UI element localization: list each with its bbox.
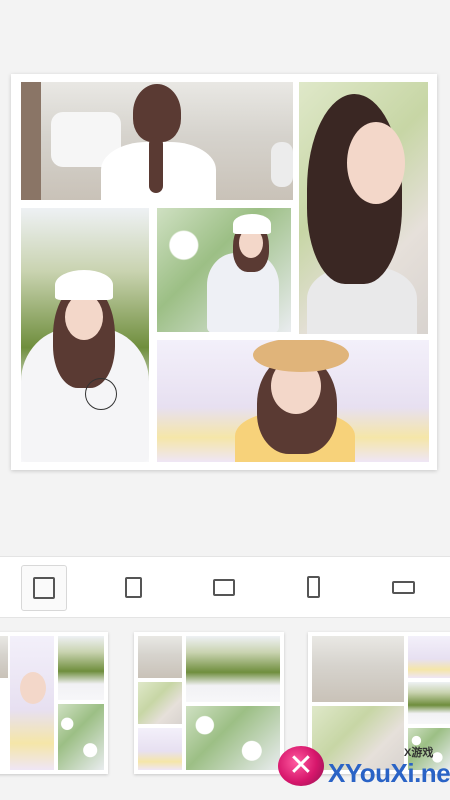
tree-trunk xyxy=(21,82,41,200)
aspect-portrait-icon xyxy=(124,576,142,598)
aspect-portrait-button[interactable] xyxy=(111,565,155,609)
template-thumbnail-1[interactable] xyxy=(0,632,108,774)
straw-hat xyxy=(253,340,349,372)
straw-hat-photo[interactable] xyxy=(157,340,429,462)
white-cap xyxy=(233,214,271,234)
template-photo xyxy=(138,728,182,770)
flowers-photo[interactable] xyxy=(157,208,291,332)
white-cap xyxy=(55,270,113,300)
hair xyxy=(133,84,181,142)
aspect-wide-icon xyxy=(391,580,415,594)
aspect-square-button[interactable] xyxy=(21,565,67,611)
aspect-ratio-toolbar xyxy=(0,556,450,618)
shirt-print xyxy=(85,378,117,410)
aspect-square-icon xyxy=(33,577,55,599)
template-photo xyxy=(408,682,450,724)
aspect-tall-icon xyxy=(306,576,320,598)
template-photo xyxy=(312,636,404,702)
template-photo xyxy=(58,704,104,770)
template-photo xyxy=(0,636,8,678)
logo-x-glyph: ✕ xyxy=(288,748,314,783)
aspect-landscape-icon xyxy=(213,578,235,596)
template-photo xyxy=(58,636,104,700)
aspect-landscape-button[interactable] xyxy=(202,565,246,609)
collage-canvas[interactable] xyxy=(11,74,437,470)
template-photo xyxy=(186,706,280,770)
template-photo xyxy=(138,636,182,678)
site-watermark: ✕ X游戏 XYouXi.net xyxy=(272,740,450,800)
hillside-photo[interactable] xyxy=(21,208,149,462)
aspect-tall-button[interactable] xyxy=(291,565,335,609)
aspect-wide-button[interactable] xyxy=(381,565,425,609)
white-car-right xyxy=(271,142,293,187)
face xyxy=(20,672,46,704)
template-photo xyxy=(186,636,280,702)
template-photo xyxy=(138,682,182,724)
street-photo[interactable] xyxy=(21,82,293,200)
template-thumbnail-2[interactable] xyxy=(134,632,284,774)
portrait-photo[interactable] xyxy=(299,82,428,334)
face xyxy=(65,294,103,340)
watermark-site-text: XYouXi.net xyxy=(328,758,450,788)
braid xyxy=(149,137,163,193)
template-photo xyxy=(408,636,450,678)
face xyxy=(347,122,405,204)
